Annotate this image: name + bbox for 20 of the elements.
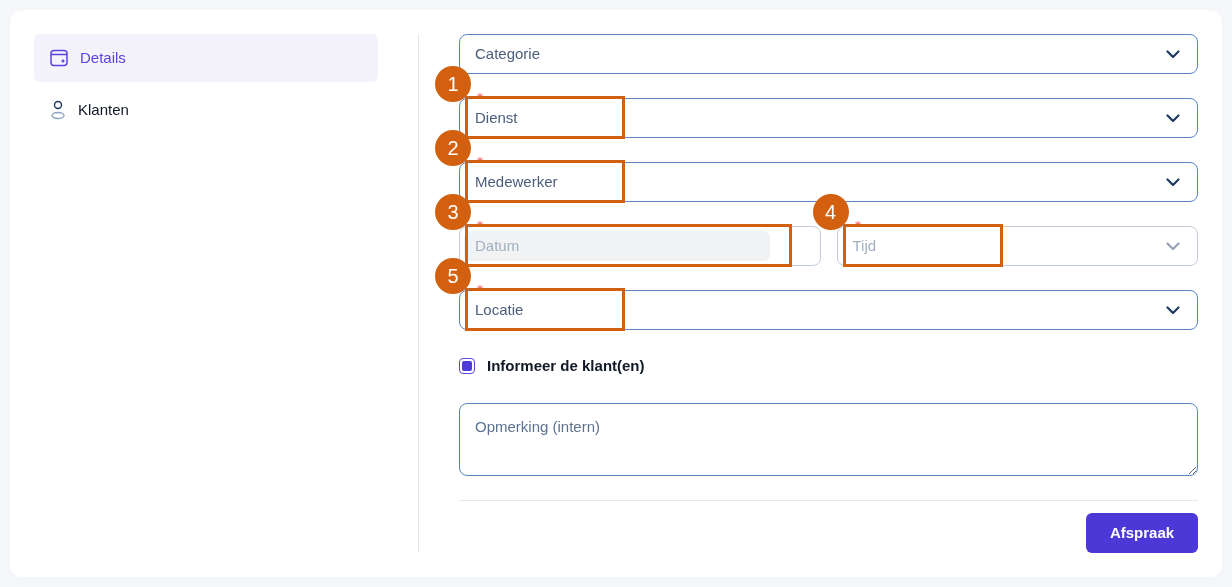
sidebar-item[interactable]: Details xyxy=(34,34,378,82)
callout-badge: 5 xyxy=(435,258,471,294)
select-field[interactable]: Dienst xyxy=(459,98,1198,138)
select-field[interactable]: Medewerker xyxy=(459,162,1198,202)
callout-badge: 1 xyxy=(435,66,471,102)
chevron-down-icon xyxy=(1166,305,1180,315)
person-icon xyxy=(50,100,66,120)
chevron-down-icon xyxy=(1166,177,1180,187)
callout-badge: 3 xyxy=(435,194,471,230)
submit-button[interactable]: Afspraak xyxy=(1086,513,1198,553)
select-field[interactable]: Categorie xyxy=(459,34,1198,74)
callout-badge: 2 xyxy=(435,130,471,166)
checkbox-label: Informeer de klant(en) xyxy=(487,355,645,376)
chevron-down-icon xyxy=(1166,113,1180,123)
checkbox[interactable] xyxy=(459,358,475,374)
select-field[interactable]: Locatie xyxy=(459,290,1198,330)
note-field[interactable]: Opmerking (intern) xyxy=(459,403,1198,476)
chevron-down-icon xyxy=(1166,241,1180,251)
sidebar-item[interactable]: Klanten xyxy=(34,86,378,134)
chevron-down-icon xyxy=(1166,49,1180,59)
